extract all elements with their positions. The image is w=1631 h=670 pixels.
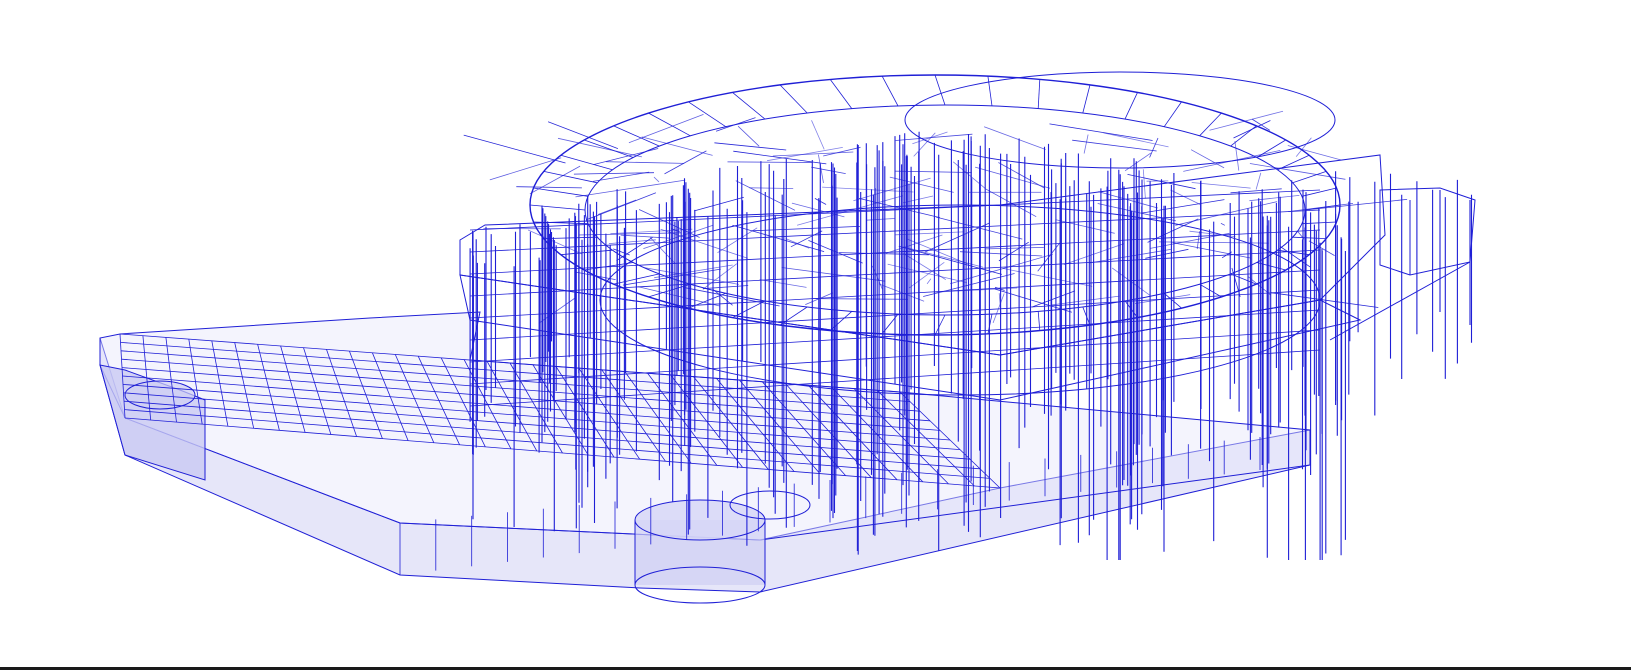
truss-member: [895, 133, 973, 141]
truss-member: [714, 142, 787, 151]
truss-member: [811, 120, 825, 150]
truss-member: [653, 176, 660, 183]
model-viewport[interactable]: [0, 0, 1631, 670]
truss-member: [1287, 145, 1342, 161]
truss-member: [812, 298, 909, 300]
truss-member: [933, 287, 1018, 293]
truss-member: [620, 234, 671, 239]
truss-member: [811, 166, 846, 174]
roof-rib: [613, 125, 660, 147]
truss-member: [1140, 199, 1225, 214]
truss-member: [751, 226, 860, 232]
roof-rib: [779, 84, 808, 114]
truss-member: [1234, 141, 1240, 171]
truss-member: [895, 231, 964, 236]
truss-member: [489, 157, 562, 181]
truss-member: [1255, 172, 1262, 190]
roof-crown-ring: [904, 71, 1336, 169]
roof-rib: [1037, 79, 1041, 109]
truss-member: [516, 186, 582, 189]
roof-rib: [1163, 101, 1182, 127]
roof-rib: [543, 171, 598, 184]
truss-member: [575, 179, 686, 198]
truss-member: [1170, 189, 1201, 205]
roof-rib: [560, 249, 613, 256]
truss-member: [1220, 222, 1225, 226]
truss-member: [985, 247, 1044, 250]
roof-truss-members: [463, 74, 1408, 407]
roof-rib: [829, 79, 853, 109]
roof-rib: [1124, 92, 1138, 120]
roof-rib: [1301, 187, 1337, 197]
truss-member: [992, 293, 1005, 324]
truss-member: [664, 150, 707, 175]
roof-rib: [560, 154, 613, 171]
roof-rib: [881, 75, 899, 107]
truss-member: [1049, 123, 1153, 141]
roof-rib: [688, 101, 727, 128]
truss-member: [983, 126, 1046, 150]
truss-member: [727, 161, 813, 163]
roof-rib: [1277, 154, 1310, 171]
truss-member: [926, 278, 932, 285]
roof-rib: [934, 74, 946, 106]
structural-wireframe-model[interactable]: [0, 0, 1631, 670]
truss-member: [1142, 169, 1146, 199]
roof-rib: [1163, 292, 1182, 309]
truss-member: [866, 218, 895, 221]
roof-rib: [934, 314, 946, 336]
roof-rib: [1199, 283, 1222, 298]
truss-member: [628, 114, 704, 144]
roof-rib: [584, 139, 634, 158]
roof-rib: [732, 92, 766, 120]
roof-rib: [533, 187, 589, 197]
truss-member: [1196, 231, 1200, 250]
truss-member: [1145, 248, 1189, 259]
roof-rib: [1037, 311, 1041, 331]
truss-member: [1149, 137, 1159, 158]
truss-member: [694, 196, 744, 212]
roof-rib: [1199, 112, 1222, 137]
roof-rib: [529, 204, 586, 211]
roof-rib: [1082, 84, 1091, 114]
truss-member: [547, 121, 619, 149]
truss-member: [463, 134, 566, 164]
roof-rib: [987, 76, 993, 106]
truss-member: [737, 125, 760, 147]
truss-member: [587, 192, 657, 220]
roof-rib: [1292, 236, 1327, 239]
truss-member: [759, 279, 807, 288]
truss-member: [605, 161, 685, 164]
truss-member: [1103, 132, 1169, 148]
truss-member: [1288, 203, 1354, 212]
truss-member: [1083, 134, 1089, 154]
truss-member: [823, 146, 861, 157]
upper-ring-structure: [459, 71, 1476, 401]
roof-rib: [648, 112, 691, 137]
